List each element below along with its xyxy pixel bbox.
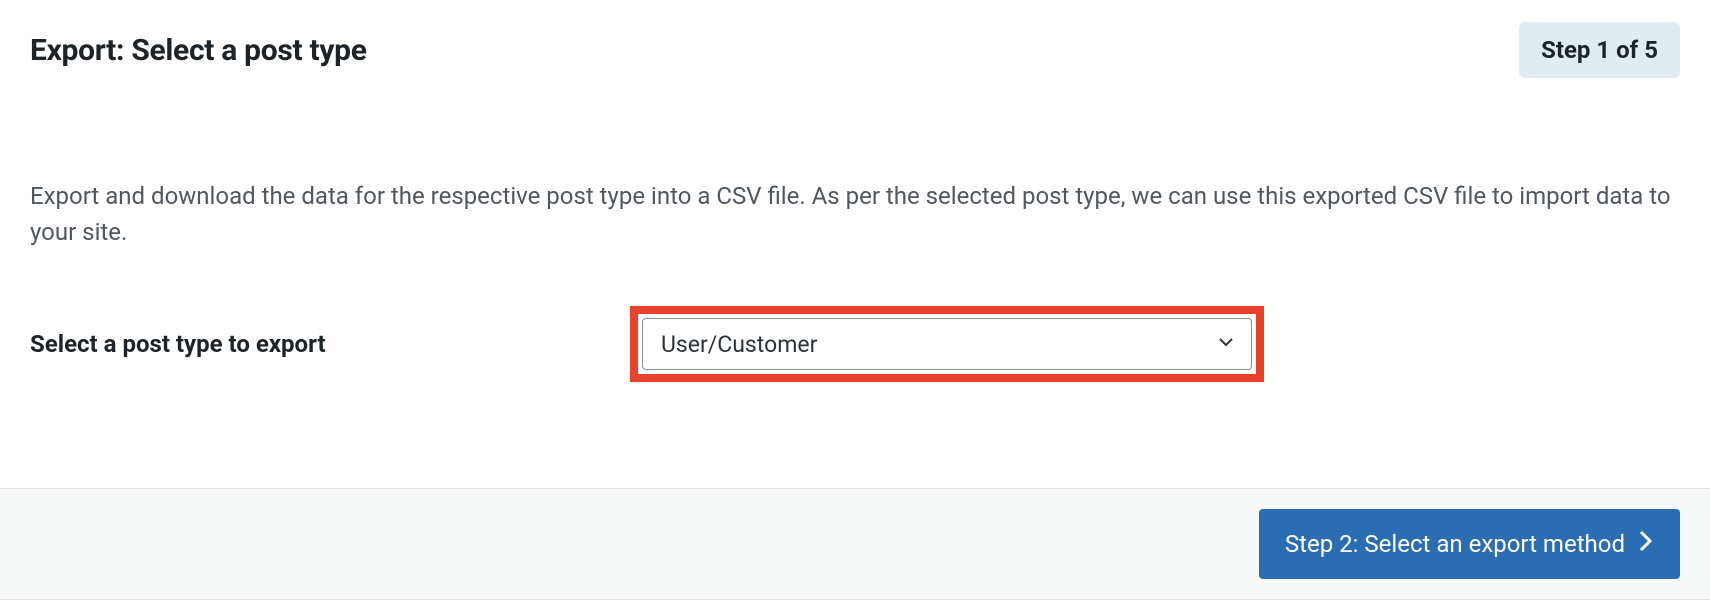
next-step-label: Step 2: Select an export method <box>1285 530 1625 558</box>
chevron-right-icon <box>1639 529 1654 559</box>
select-wrapper: User/Customer <box>642 318 1252 370</box>
post-type-label: Select a post type to export <box>30 330 630 358</box>
next-step-button[interactable]: Step 2: Select an export method <box>1259 509 1680 579</box>
step-badge: Step 1 of 5 <box>1519 22 1680 78</box>
description-text: Export and download the data for the res… <box>30 178 1680 250</box>
page-title: Export: Select a post type <box>30 33 367 68</box>
select-highlight-box: User/Customer <box>630 306 1264 382</box>
header-row: Export: Select a post type Step 1 of 5 <box>30 22 1680 78</box>
content-area: Export: Select a post type Step 1 of 5 E… <box>0 0 1710 488</box>
form-row: Select a post type to export User/Custom… <box>30 306 1680 382</box>
page-container: Export: Select a post type Step 1 of 5 E… <box>0 0 1710 600</box>
footer-bar: Step 2: Select an export method <box>0 488 1710 600</box>
post-type-select[interactable]: User/Customer <box>642 318 1252 370</box>
